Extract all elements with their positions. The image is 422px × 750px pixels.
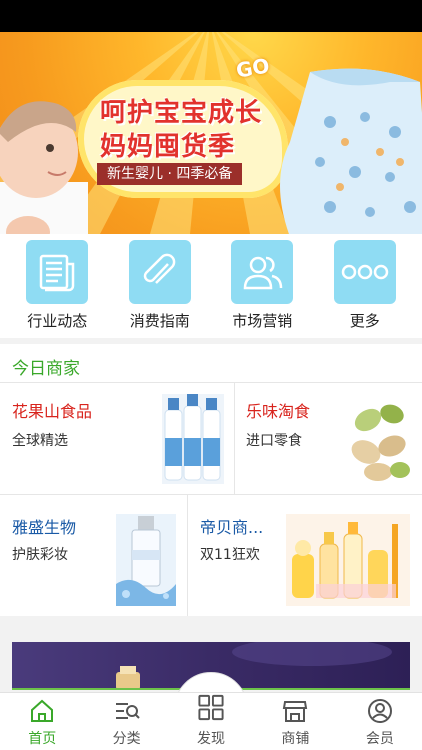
newspaper-icon [26,240,89,304]
bottom-nav: 首页 分类 发现 商铺 会员 [0,692,422,750]
nav-item-discover[interactable]: 发现 [169,693,253,750]
category-grid: 行业动态 消费指南 市场营销 更多 [0,234,422,338]
merchant-desc: 双11狂欢 [200,547,260,563]
nav-item-home[interactable]: 首页 [0,693,84,750]
divider [234,382,235,494]
category-item-marketing[interactable]: 市场营销 [217,240,307,338]
paperclip-icon [128,240,191,304]
home-icon [31,699,54,722]
category-label: 消费指南 [129,312,190,330]
merchant-name: 帝贝商... [200,518,264,537]
merchant-name: 花果山食品 [12,402,93,421]
promo-banner[interactable]: GO 呵护宝宝成长 妈妈囤货季 新生婴儿 · 四季必备 [0,32,422,234]
grid-icon [198,694,224,721]
nav-label: 发现 [197,731,226,747]
banner-subtitle: 新生婴儿 · 四季必备 [97,163,243,185]
today-merchants-section: 今日商家 花果山食品 全球精选 乐味淘食 进口零食 雅盛生物 护肤彩妆 帝贝商.… [0,344,422,616]
nav-label: 分类 [112,731,141,747]
nav-label: 首页 [28,731,57,747]
people-icon [231,240,294,304]
divider [0,494,422,495]
divider [0,382,422,383]
section-title: 今日商家 [12,359,80,379]
banner-title-line2: 妈妈囤货季 [100,132,236,162]
nav-item-shop[interactable]: 商铺 [253,693,337,750]
category-search-icon [115,703,140,719]
baby-bottles-image [286,514,410,606]
category-label: 行业动态 [27,312,88,330]
merchant-name: 雅盛生物 [12,518,77,537]
category-item-industry-news[interactable]: 行业动态 [12,240,102,338]
category-item-more[interactable]: 更多 [320,240,410,338]
category-label: 市场营销 [232,312,293,330]
user-icon [367,699,392,723]
divider [187,494,188,616]
nav-item-category[interactable]: 分类 [84,693,168,750]
baby-blanket-photo [280,68,422,234]
shop-icon [283,701,308,722]
status-bar [0,0,422,32]
banner-title-line1: 呵护宝宝成长 [100,98,263,128]
more-dots-icon [333,240,396,304]
merchant-desc: 进口零食 [246,433,302,449]
merchant-desc: 护肤彩妆 [12,547,68,563]
merchant-desc: 全球精选 [12,433,68,449]
skincare-bottle-image [116,514,176,606]
nav-item-member[interactable]: 会员 [338,693,422,750]
merchant-name: 乐味淘食 [246,402,311,421]
nav-label: 商铺 [281,731,310,747]
category-label: 更多 [349,312,380,330]
pistachio-image [351,404,410,481]
nav-label: 会员 [365,731,394,747]
milk-bottles-image [162,394,224,484]
baby-photo [0,101,88,234]
category-item-consumer-guide[interactable]: 消费指南 [115,240,205,338]
